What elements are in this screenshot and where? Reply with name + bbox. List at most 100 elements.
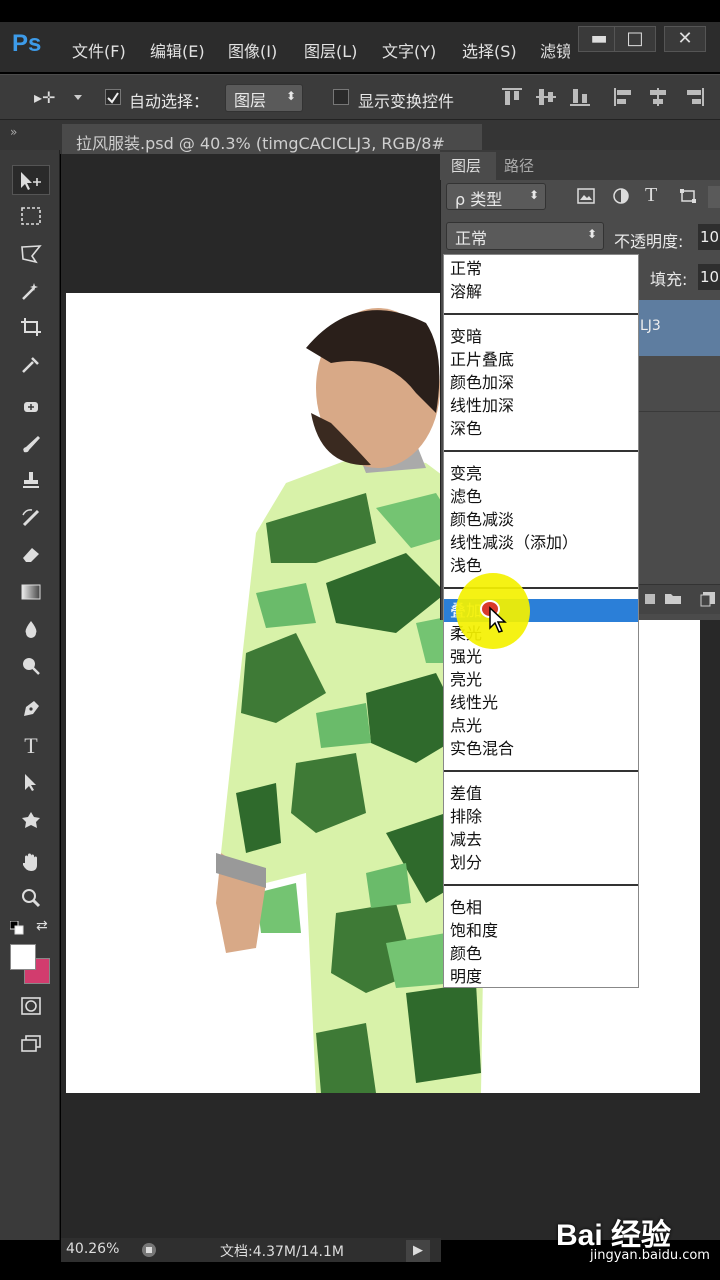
blend-option[interactable]: 浅色 [450, 554, 482, 577]
layer-row-selected[interactable]: LJ3 [638, 300, 720, 356]
blend-option[interactable]: 减去 [450, 828, 482, 851]
align-left-icon[interactable] [612, 86, 636, 108]
blend-option[interactable]: 变亮 [450, 462, 482, 485]
zoom-tool-icon[interactable] [12, 884, 50, 914]
filter-type-icon[interactable]: T [645, 184, 657, 207]
updown-icon: ⬍ [586, 227, 597, 241]
screen-mode-icon[interactable] [12, 1030, 50, 1060]
blur-tool-icon[interactable] [12, 615, 50, 645]
blend-option[interactable]: 滤色 [450, 485, 482, 508]
blend-option[interactable]: 线性光 [450, 691, 498, 714]
auto-select-checkbox[interactable] [105, 89, 121, 105]
align-bottom-icon[interactable] [568, 86, 592, 108]
document-tab[interactable]: 拉风服装.psd @ 40.3% (timgCACICLJ3, RGB/8# [62, 124, 482, 154]
filter-pixel-icon[interactable] [577, 188, 595, 204]
type-tool-icon[interactable]: T [12, 731, 50, 761]
blend-option[interactable]: 溶解 [450, 280, 482, 303]
layer-row[interactable] [638, 356, 720, 412]
blend-option[interactable]: 深色 [450, 417, 482, 440]
show-transform-checkbox[interactable] [333, 89, 349, 105]
align-top-icon[interactable] [500, 86, 524, 108]
auto-select-dropdown[interactable]: 图层 ⬍ [225, 84, 303, 112]
blend-option[interactable]: 正片叠底 [450, 348, 514, 371]
move-tool-icon[interactable] [12, 165, 50, 195]
brush-tool-icon[interactable] [12, 430, 50, 460]
tab-layers[interactable]: 图层 [451, 155, 481, 176]
close-button[interactable]: ✕ [664, 26, 706, 52]
blend-option[interactable]: 点光 [450, 714, 482, 737]
fill-label: 填充: [650, 270, 688, 289]
restore-button[interactable]: □ [614, 26, 656, 52]
blend-mode-value: 正常 [455, 229, 488, 248]
dodge-tool-icon[interactable] [12, 652, 50, 682]
eyedropper-icon[interactable] [12, 350, 50, 380]
tab-paths[interactable]: 路径 [504, 155, 534, 176]
blend-mode-dropdown[interactable]: 正常 ⬍ [446, 222, 604, 250]
swap-colors-icon[interactable]: ⇄ [36, 918, 48, 934]
cursor-icon [489, 606, 507, 633]
filter-shape-icon[interactable] [679, 188, 697, 204]
opacity-label: 不透明度: [614, 232, 684, 251]
healing-brush-icon[interactable] [12, 393, 50, 423]
blend-option[interactable]: 正常 [450, 257, 482, 280]
align-vcenter-icon[interactable] [534, 86, 558, 108]
blend-option[interactable]: 饱和度 [450, 919, 498, 942]
menu-select[interactable]: 选择(S) [462, 38, 517, 62]
blend-option[interactable]: 颜色减淡 [450, 508, 514, 531]
blend-option[interactable]: 线性减淡（添加） [450, 531, 578, 554]
gradient-tool-icon[interactable] [12, 578, 50, 608]
eraser-tool-icon[interactable] [12, 540, 50, 570]
layer-filter-label: ρ 类型 [455, 190, 503, 209]
menu-image[interactable]: 图像(I) [228, 38, 277, 62]
align-hcenter-icon[interactable] [646, 86, 670, 108]
layers-footer [638, 584, 720, 614]
watermark-url: jingyan.baidu.com [590, 1248, 710, 1263]
default-colors-icon[interactable] [9, 920, 24, 935]
status-menu-icon[interactable]: ▶ [406, 1240, 430, 1262]
magic-wand-icon[interactable] [12, 277, 50, 307]
path-select-icon[interactable] [12, 768, 50, 798]
stamp-tool-icon[interactable] [12, 466, 50, 496]
menu-type[interactable]: 文字(Y) [382, 38, 436, 62]
blend-option[interactable]: 变暗 [450, 325, 482, 348]
menu-filter[interactable]: 滤镜 [540, 38, 570, 62]
collapse-toolbox-icon[interactable]: » [10, 125, 17, 139]
layer-name: LJ3 [640, 318, 661, 334]
filter-adjustment-icon[interactable] [612, 187, 630, 205]
blend-option[interactable]: 排除 [450, 805, 482, 828]
blend-option[interactable]: 色相 [450, 896, 482, 919]
quick-mask-icon[interactable] [12, 992, 50, 1022]
move-tool-preset[interactable]: ▸✛ [34, 88, 55, 107]
align-right-icon[interactable] [682, 86, 706, 108]
blend-option[interactable]: 差值 [450, 782, 482, 805]
blend-option[interactable]: 明度 [450, 965, 482, 988]
new-group-icon[interactable] [664, 591, 682, 605]
layer-filter-dropdown[interactable]: ρ 类型 ⬍ [446, 183, 546, 210]
blend-option[interactable]: 亮光 [450, 668, 482, 691]
fill-input[interactable]: 10 [698, 264, 720, 290]
shape-tool-icon[interactable] [12, 806, 50, 836]
blend-option[interactable]: 颜色 [450, 942, 482, 965]
filter-toggle[interactable] [708, 186, 720, 208]
lasso-tool-icon[interactable] [12, 240, 50, 270]
opacity-input[interactable]: 10 [698, 224, 720, 250]
blend-option[interactable]: 颜色加深 [450, 371, 514, 394]
marquee-tool-icon[interactable] [12, 202, 50, 232]
new-layer-icon[interactable] [700, 591, 716, 607]
chevron-down-icon[interactable] [74, 95, 82, 100]
crop-tool-icon[interactable] [12, 313, 50, 343]
blend-option[interactable]: 划分 [450, 851, 482, 874]
blend-option[interactable]: 强光 [450, 645, 482, 668]
history-brush-icon[interactable] [12, 503, 50, 533]
blend-option[interactable]: 线性加深 [450, 394, 514, 417]
menu-file[interactable]: 文件(F) [72, 38, 126, 62]
hand-tool-icon[interactable] [12, 848, 50, 878]
zoom-level[interactable]: 40.26% [66, 1241, 119, 1257]
pen-tool-icon[interactable] [12, 694, 50, 724]
menu-layer[interactable]: 图层(L) [304, 38, 357, 62]
fx-icon[interactable] [644, 592, 656, 606]
menu-edit[interactable]: 编辑(E) [150, 38, 205, 62]
share-icon[interactable] [140, 1241, 158, 1259]
blend-option[interactable]: 实色混合 [450, 737, 514, 760]
foreground-color-swatch[interactable] [10, 944, 36, 970]
